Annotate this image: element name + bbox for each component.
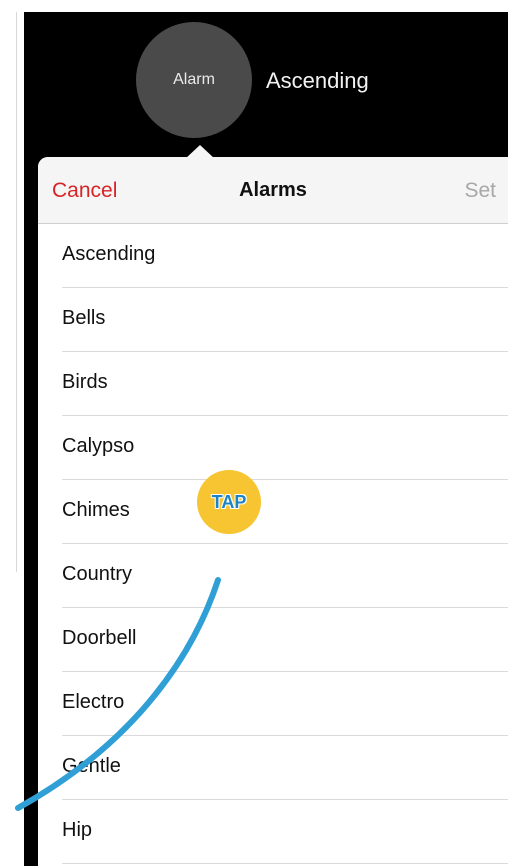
list-item-bells[interactable]: Bells — [38, 288, 508, 352]
device-screen: Alarm Ascending Cancel Alarms Set Ascend… — [24, 12, 508, 866]
list-item-label: Ascending — [62, 243, 156, 265]
divider — [62, 863, 508, 864]
divider — [16, 12, 17, 572]
alarm-button-label: Alarm — [173, 71, 215, 88]
list-item-label: Bells — [62, 307, 106, 329]
list-item-doorbell[interactable]: Doorbell — [38, 608, 508, 672]
list-item-label: Country — [62, 563, 133, 585]
tap-indicator: TAP — [197, 470, 261, 534]
list-item-label: Chimes — [62, 499, 130, 521]
alarm-picker-popover: Cancel Alarms Set Ascending Bells Birds … — [38, 157, 508, 866]
list-item-label: Doorbell — [62, 627, 137, 649]
list-item-gentle[interactable]: Gentle — [38, 736, 508, 800]
list-item-label: Hip — [62, 819, 93, 841]
set-button[interactable]: Set — [464, 179, 496, 203]
tap-indicator-label: TAP — [211, 491, 247, 512]
list-item-country[interactable]: Country — [38, 544, 508, 608]
nav-title: Alarms — [239, 179, 307, 201]
top-bar: Alarm Ascending — [24, 12, 508, 157]
list-item-electro[interactable]: Electro — [38, 672, 508, 736]
background-edge — [0, 0, 24, 866]
list-item-hip[interactable]: Hip — [38, 800, 508, 864]
list-item-chimes[interactable]: Chimes — [38, 480, 508, 544]
list-item-birds[interactable]: Birds — [38, 352, 508, 416]
list-item-label: Electro — [62, 691, 125, 713]
list-item-label: Calypso — [62, 435, 135, 457]
list-item-calypso[interactable]: Calypso — [38, 416, 508, 480]
nav-bar: Cancel Alarms Set — [38, 157, 508, 224]
selected-alarm-value: Ascending — [266, 68, 369, 93]
list-item-label: Gentle — [62, 755, 121, 777]
list-item-label: Birds — [62, 371, 108, 393]
alarm-button[interactable]: Alarm — [136, 22, 252, 138]
alarm-list: Ascending Bells Birds Calypso Chimes Cou… — [38, 224, 508, 864]
list-item-ascending[interactable]: Ascending — [38, 224, 508, 288]
